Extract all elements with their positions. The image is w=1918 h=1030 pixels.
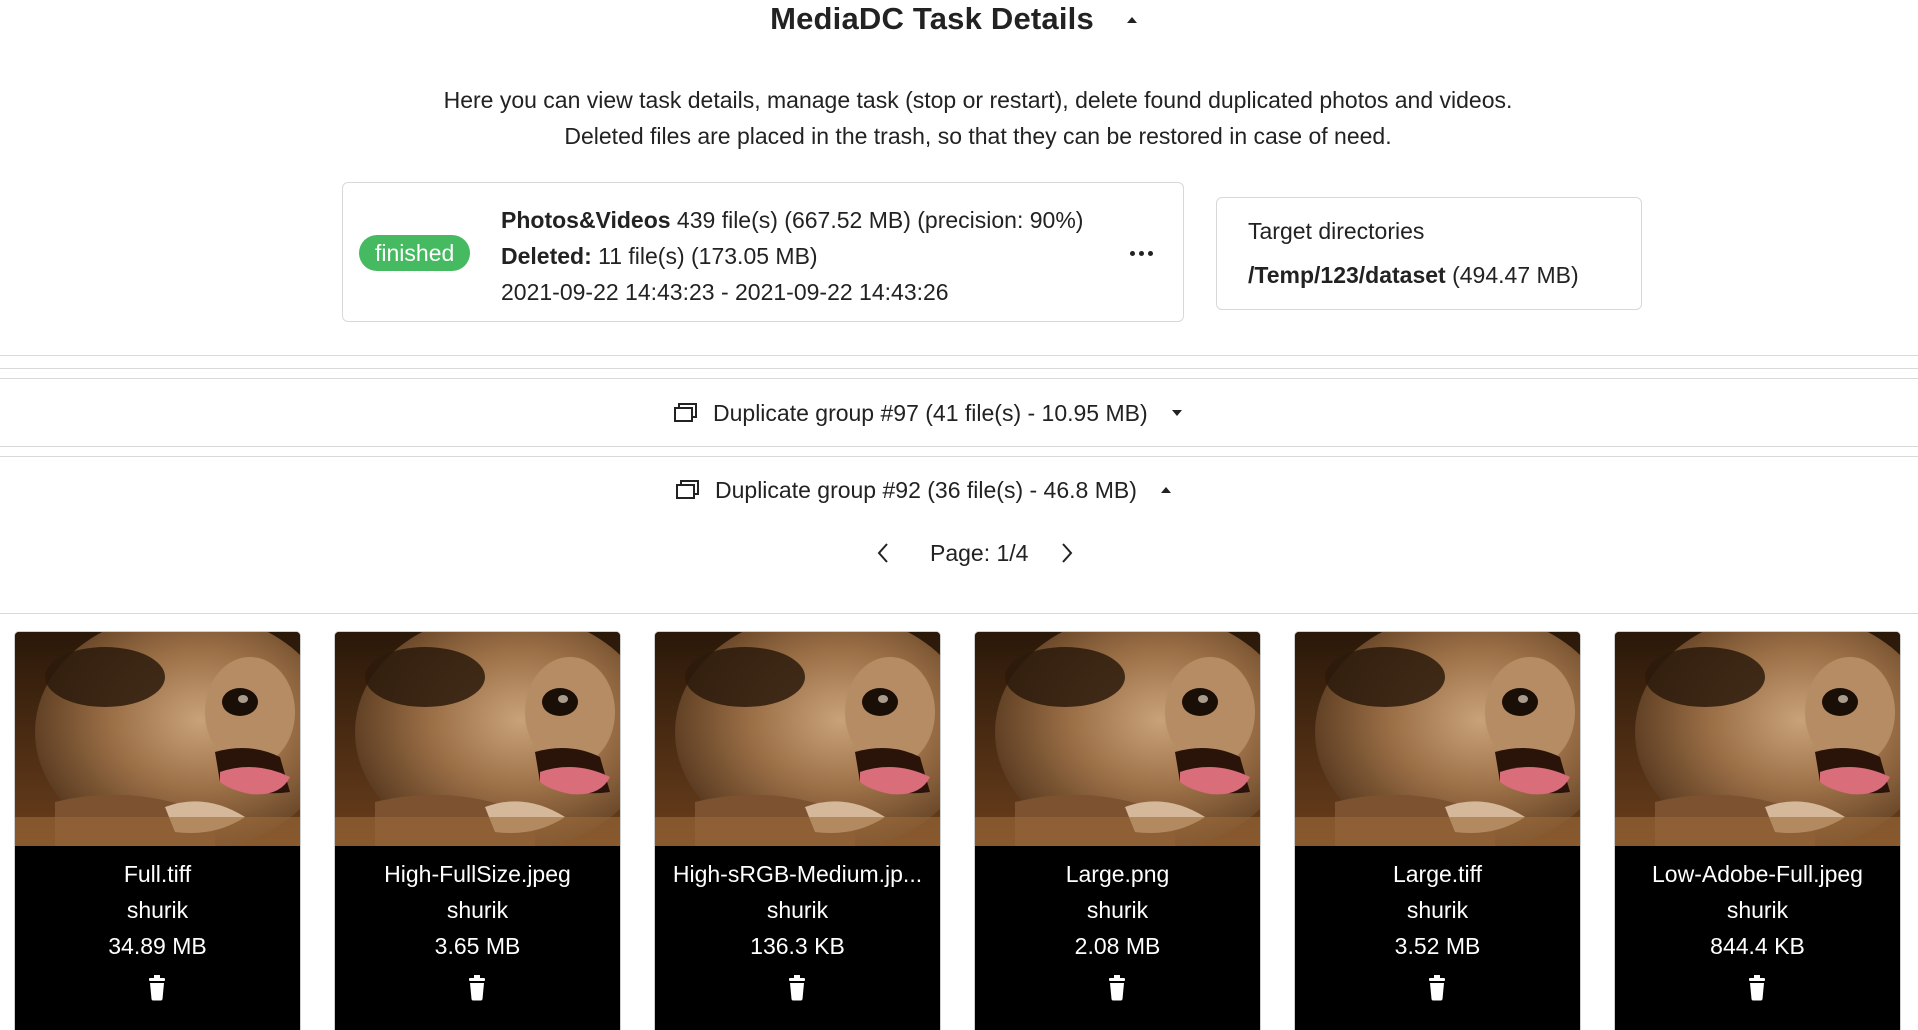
file-thumbnail <box>15 632 300 846</box>
file-name: Full.tiff <box>123 861 192 887</box>
file-card[interactable]: High-sRGB-Medium.jp... shurik 136.3 KB <box>654 631 941 1030</box>
trash-icon[interactable] <box>1425 975 1449 1001</box>
next-page-button[interactable] <box>1052 538 1082 568</box>
duplicate-group-label: Duplicate group #97 (41 file(s) - 10.95 … <box>713 399 1148 426</box>
divider <box>0 368 1918 369</box>
chevron-right-icon <box>1062 543 1073 563</box>
file-card[interactable]: High-FullSize.jpeg shurik 3.65 MB <box>334 631 621 1030</box>
page-indicator: Page: 1/4 <box>930 539 1029 566</box>
file-size: 844.4 KB <box>1710 933 1805 959</box>
description-line-2: Deleted files are placed in the trash, s… <box>564 123 1392 149</box>
description-line-1: Here you can view task details, manage t… <box>443 87 1513 113</box>
header: MediaDC Task Details <box>0 0 1918 44</box>
task-type-line: Photos&Videos 439 file(s) (667.52 MB) (p… <box>501 202 1083 238</box>
file-size: 34.89 MB <box>108 933 207 959</box>
file-size: 2.08 MB <box>1074 933 1161 959</box>
page-description: Here you can view task details, manage t… <box>0 82 1918 154</box>
chevron-left-icon <box>877 543 888 563</box>
file-name: High-sRGB-Medium.jp... <box>672 861 923 887</box>
task-deleted-label: Deleted: <box>501 243 592 269</box>
page-title: MediaDC Task Details <box>770 1 1094 36</box>
caret-up-icon <box>1160 487 1171 493</box>
target-directory-path: /Temp/123/dataset <box>1248 262 1446 288</box>
target-directory-size: (494.47 MB) <box>1445 262 1579 288</box>
status-badge: finished <box>359 235 471 271</box>
file-owner: shurik <box>1406 897 1469 923</box>
trash-icon[interactable] <box>145 975 169 1001</box>
task-time-range: 2021-09-22 14:43:23 - 2021-09-22 14:43:2… <box>501 279 949 305</box>
divider <box>0 613 1918 614</box>
duplicate-group-label: Duplicate group #92 (36 file(s) - 46.8 M… <box>715 476 1137 503</box>
target-directories-title: Target directories <box>1248 218 1425 244</box>
file-thumbnail <box>335 632 620 846</box>
trash-icon[interactable] <box>1745 975 1769 1001</box>
task-details-page: MediaDC Task Details Here you can view t… <box>0 0 1918 1030</box>
file-size: 3.52 MB <box>1394 933 1481 959</box>
task-info-card: finished Photos&Videos 439 file(s) (667.… <box>342 182 1184 322</box>
file-card[interactable]: Low-Adobe-Full.jpeg shurik 844.4 KB <box>1614 631 1901 1030</box>
task-type-info: 439 file(s) (667.52 MB) (precision: 90%) <box>670 207 1084 233</box>
file-owner: shurik <box>1726 897 1789 923</box>
file-name: High-FullSize.jpeg <box>384 861 571 887</box>
file-card[interactable]: Large.tiff shurik 3.52 MB <box>1294 631 1581 1030</box>
image-multiple-icon <box>674 403 697 422</box>
task-info-lines: Photos&Videos 439 file(s) (667.52 MB) (p… <box>501 202 1083 310</box>
divider <box>0 355 1918 356</box>
file-size: 3.65 MB <box>434 933 521 959</box>
pagination: Page: 1/4 <box>868 533 1082 573</box>
trash-icon[interactable] <box>1105 975 1129 1001</box>
target-directories-card: Target directories /Temp/123/dataset (49… <box>1216 197 1642 310</box>
trash-icon[interactable] <box>465 975 489 1001</box>
more-icon <box>1128 250 1155 256</box>
file-owner: shurik <box>766 897 829 923</box>
more-actions-button[interactable] <box>1121 235 1161 271</box>
divider <box>0 446 1918 447</box>
file-name: Large.tiff <box>1392 861 1483 887</box>
file-name: Large.png <box>1065 861 1170 887</box>
image-multiple-icon <box>676 480 699 499</box>
file-owner: shurik <box>1086 897 1149 923</box>
duplicate-group-92[interactable]: Duplicate group #92 (36 file(s) - 46.8 M… <box>0 465 1918 515</box>
task-type-label: Photos&Videos <box>501 207 671 233</box>
trash-icon[interactable] <box>785 975 809 1001</box>
target-directory: /Temp/123/dataset (494.47 MB) <box>1248 262 1579 289</box>
file-name: Low-Adobe-Full.jpeg <box>1652 861 1863 887</box>
file-owner: shurik <box>446 897 509 923</box>
file-thumbnail <box>1615 632 1900 846</box>
task-deleted-info: 11 file(s) (173.05 MB) <box>591 243 818 269</box>
file-size: 136.3 KB <box>750 933 845 959</box>
previous-page-button[interactable] <box>868 538 898 568</box>
file-thumbnail <box>655 632 940 846</box>
caret-down-icon <box>1171 410 1182 416</box>
divider <box>0 378 1918 379</box>
task-deleted-line: Deleted: 11 file(s) (173.05 MB) <box>501 238 1083 274</box>
file-thumbnail <box>975 632 1260 846</box>
file-thumbnail <box>1295 632 1580 846</box>
duplicate-group-97[interactable]: Duplicate group #97 (41 file(s) - 10.95 … <box>0 388 1918 438</box>
divider <box>0 456 1918 457</box>
caret-up-icon[interactable] <box>1122 10 1142 30</box>
file-owner: shurik <box>126 897 189 923</box>
file-card[interactable]: Large.png shurik 2.08 MB <box>974 631 1261 1030</box>
file-card[interactable]: Full.tiff shurik 34.89 MB <box>14 631 301 1030</box>
